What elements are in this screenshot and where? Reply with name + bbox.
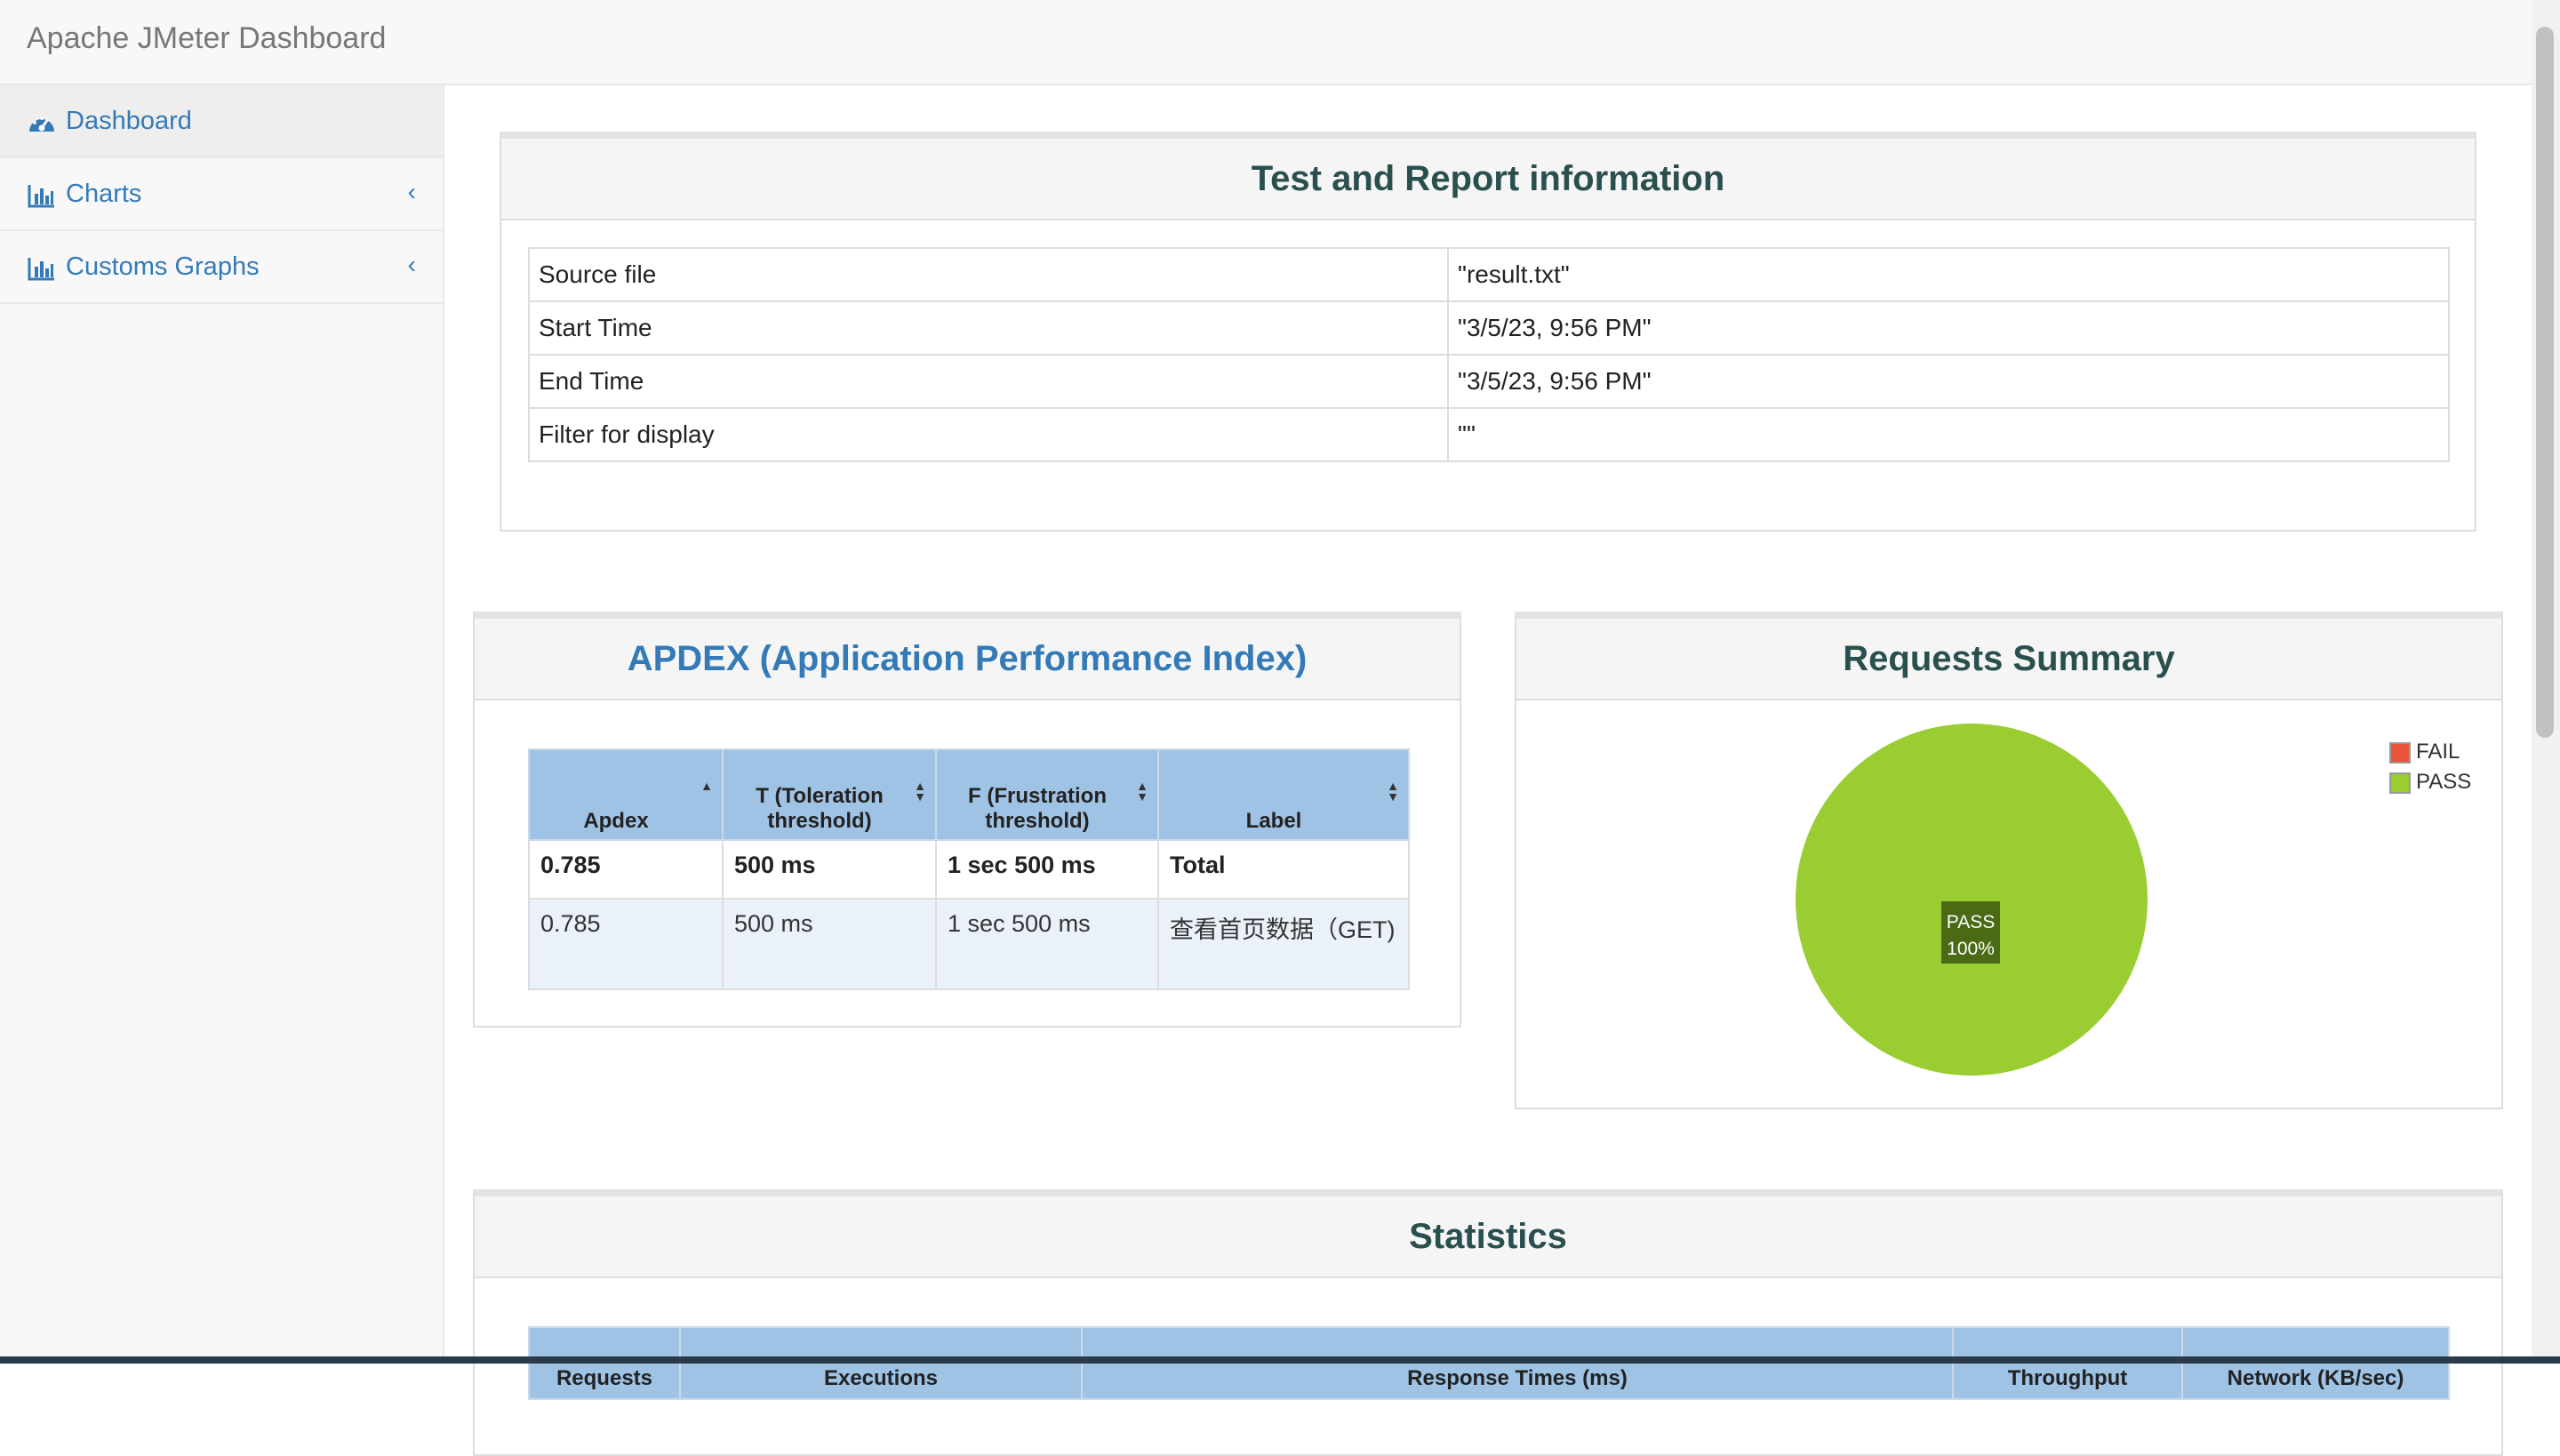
sidebar-item-label: Customs Graphs [66,252,260,281]
column-header-apdex[interactable]: Apdex ▲ [528,748,724,841]
info-label: Start Time [528,300,1449,356]
sidebar-item-customs-graphs[interactable]: Customs Graphs ‹ [0,231,443,304]
sidebar: Dashboard Charts ‹ Customs Graphs ‹ [0,85,444,1364]
toleration-cell: 500 ms [722,898,937,990]
chevron-left-icon[interactable]: ‹ [408,178,416,206]
info-value: "result.txt" [1447,247,2450,302]
table-row: End Time "3/5/23, 9:56 PM" [528,354,2450,409]
table-row: Start Time "3/5/23, 9:56 PM" [528,300,2450,356]
sort-asc-icon: ▲ [700,779,713,793]
panel-title: Test and Report information [501,139,2475,220]
legend-item-pass[interactable]: PASS [2389,770,2471,795]
info-value: "3/5/23, 9:56 PM" [1447,354,2450,409]
info-value: "" [1447,407,2450,462]
toleration-cell: 500 ms [722,839,937,900]
table-row: Filter for display "" [528,407,2450,462]
scrollbar-thumb[interactable] [2536,27,2554,738]
report-info-table: Source file "result.txt" Start Time "3/5… [528,247,2450,462]
statistics-panel: Statistics Requests Executions Response … [473,1189,2503,1456]
sidebar-item-dashboard[interactable]: Dashboard [0,85,443,158]
report-info-panel: Test and Report information Source file … [500,132,2476,532]
sidebar-item-label: Charts [66,180,142,208]
legend-swatch-pass [2389,772,2411,794]
column-header-toleration[interactable]: T (Toleration threshold) ▲ ▼ [722,748,937,841]
sort-icon: ▲ ▼ [914,779,926,804]
table-row: 0.785 500 ms 1 sec 500 ms 查看首页数据（GET) [528,898,1410,990]
label-cell: 查看首页数据（GET) [1157,898,1410,990]
window-bottom-edge [0,1356,2560,1364]
slice-percent: 100% [1947,939,1995,959]
info-label: Filter for display [528,407,1449,462]
panel-title[interactable]: APDEX (Application Performance Index) [475,619,1460,700]
chevron-left-icon[interactable]: ‹ [408,251,416,279]
frustration-cell: 1 sec 500 ms [935,839,1159,900]
apdex-table: Apdex ▲ T (Toleration threshold) ▲ ▼ F (F… [528,748,1410,990]
label-cell: Total [1157,839,1410,900]
pie-chart: PASS 100% [1796,724,2148,1076]
sort-icon: ▲ ▼ [1387,779,1399,804]
column-header-label[interactable]: Label ▲ ▼ [1157,748,1410,841]
top-navbar: Apache JMeter Dashboard [0,0,2532,85]
apdex-panel: APDEX (Application Performance Index) Ap… [473,612,1461,1028]
info-label: End Time [528,354,1449,409]
apdex-cell: 0.785 [528,898,724,990]
apdex-cell: 0.785 [528,839,724,900]
legend-item-fail[interactable]: FAIL [2389,740,2471,764]
legend-swatch-fail [2389,741,2411,764]
frustration-cell: 1 sec 500 ms [935,898,1159,990]
pie-slice-pass[interactable] [1796,724,2148,1076]
table-row-total: 0.785 500 ms 1 sec 500 ms Total [528,839,1410,900]
info-value: "3/5/23, 9:56 PM" [1447,300,2450,356]
dashboard-icon [29,116,54,132]
column-header-frustration[interactable]: F (Frustration threshold) ▲ ▼ [935,748,1159,841]
bar-chart-icon [28,185,54,208]
sidebar-item-charts[interactable]: Charts ‹ [0,158,443,231]
info-label: Source file [528,247,1449,302]
sidebar-item-label: Dashboard [66,107,192,135]
slice-label: PASS [1947,912,1995,932]
chart-legend: FAIL PASS [2389,740,2471,795]
panel-title: Statistics [475,1196,2501,1278]
panel-title: Requests Summary [1516,619,2501,700]
table-header-row: Apdex ▲ T (Toleration threshold) ▲ ▼ F (F… [528,748,1410,841]
requests-summary-panel: Requests Summary PASS 100% FAIL PASS [1515,612,2503,1109]
app-title[interactable]: Apache JMeter Dashboard [27,21,386,56]
table-row: Source file "result.txt" [528,247,2450,302]
sort-icon: ▲ ▼ [1136,779,1148,804]
bar-chart-icon [28,258,54,281]
